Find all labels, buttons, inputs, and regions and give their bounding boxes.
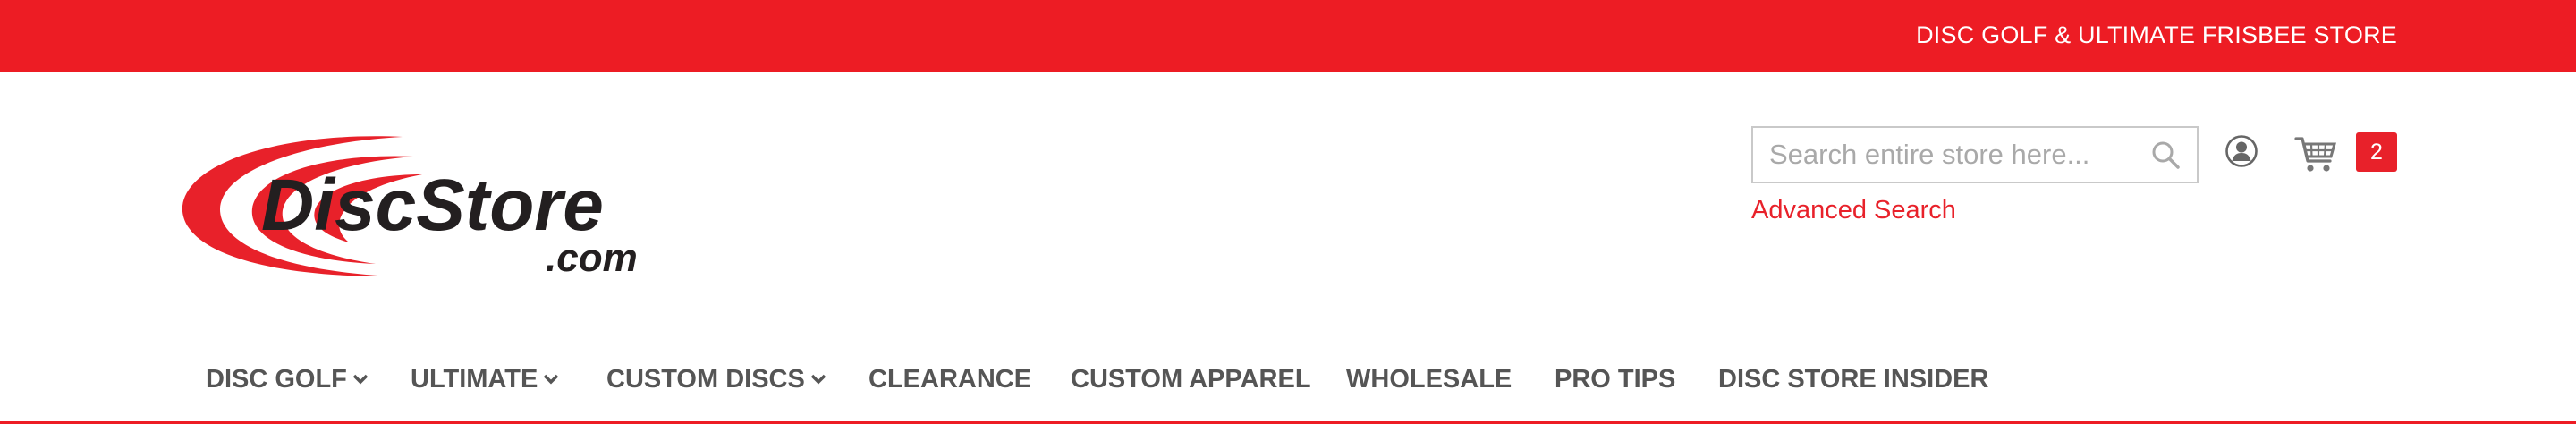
chevron-down-icon [810, 374, 826, 385]
nav-disc-golf[interactable]: DISC GOLF [206, 361, 369, 397]
logo-domain: .com [546, 236, 638, 280]
nav-wholesale[interactable]: WHOLESALE [1346, 361, 1512, 397]
nav-custom-discs[interactable]: CUSTOM DISCS [606, 361, 826, 397]
chevron-down-icon [352, 374, 369, 385]
nav-ultimate[interactable]: ULTIMATE [411, 361, 559, 397]
nav-label: CUSTOM APPAREL [1071, 365, 1311, 394]
logo-wordmark: DiscStore [261, 165, 604, 246]
nav-disc-store-insider[interactable]: DISC STORE INSIDER [1718, 361, 1988, 397]
nav-label: DISC GOLF [206, 365, 347, 394]
nav-pro-tips[interactable]: PRO TIPS [1555, 361, 1675, 397]
advanced-search-link[interactable]: Advanced Search [1751, 195, 1956, 225]
nav-custom-apparel[interactable]: CUSTOM APPAREL [1071, 361, 1311, 397]
store-tagline: DISC GOLF & ULTIMATE FRISBEE STORE [1916, 21, 2397, 48]
search-icon[interactable] [2150, 140, 2181, 170]
nav-label: WHOLESALE [1346, 365, 1513, 394]
shopping-cart-icon[interactable] [2294, 134, 2337, 174]
nav-label: PRO TIPS [1555, 365, 1676, 394]
search-input[interactable] [1753, 128, 2138, 182]
nav-label: CUSTOM DISCS [606, 365, 805, 394]
user-account-icon[interactable] [2224, 134, 2258, 168]
chevron-down-icon [544, 374, 559, 385]
search-box [1751, 126, 2199, 183]
cart-count-badge[interactable]: 2 [2356, 132, 2397, 172]
nav-label: CLEARANCE [869, 365, 1032, 394]
discstore-logo[interactable]: DiscStore .com [179, 130, 666, 282]
top-banner: DISC GOLF & ULTIMATE FRISBEE STORE [0, 0, 2576, 72]
nav-label: ULTIMATE [411, 365, 538, 394]
main-navigation: DISC GOLF ULTIMATE CUSTOM DISCS CLEARANC… [0, 349, 2576, 424]
nav-clearance[interactable]: CLEARANCE [869, 361, 1031, 397]
nav-label: DISC STORE INSIDER [1718, 365, 1989, 394]
